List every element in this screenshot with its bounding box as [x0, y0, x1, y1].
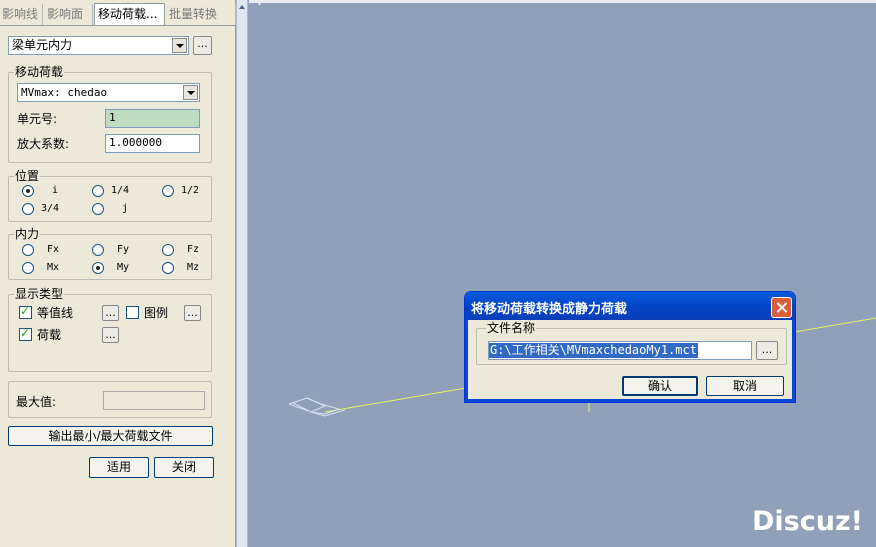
result-type-more-button[interactable]: ...	[193, 36, 212, 55]
scroll-up-icon[interactable]	[237, 0, 247, 14]
position-three-quarter-radio[interactable]	[22, 203, 34, 215]
max-value-field	[103, 391, 205, 410]
force-fy-label: Fy	[117, 244, 130, 255]
viewport-top-edge	[249, 0, 876, 3]
moving-load-group-title: 移动荷载	[14, 65, 65, 79]
vehicle-wireframe	[288, 397, 346, 417]
force-mz-label: Mz	[187, 262, 200, 273]
result-type-select[interactable]: 梁单元内力	[8, 36, 189, 55]
position-quarter-radio[interactable]	[92, 185, 104, 197]
scale-factor-input[interactable]: 1.000000	[105, 134, 200, 153]
apply-button[interactable]: 适用	[89, 457, 149, 478]
chevron-down-icon[interactable]	[183, 85, 198, 100]
load-label: 荷载	[37, 328, 62, 342]
force-group-title: 内力	[14, 227, 41, 241]
result-type-value: 梁单元内力	[12, 38, 73, 52]
force-mx-label: Mx	[47, 262, 60, 273]
force-fx-label: Fx	[47, 244, 60, 255]
load-checkbox[interactable]	[19, 326, 32, 341]
viewport-corner-mark: ▾	[257, 0, 263, 9]
position-half-radio[interactable]	[162, 185, 174, 197]
load-more-button[interactable]: ...	[102, 327, 119, 343]
position-j-radio[interactable]	[92, 203, 104, 215]
tab-influence-line[interactable]: 影响线	[0, 4, 43, 25]
position-three-quarter-label: 3/4	[41, 203, 60, 214]
dialog-title-bar[interactable]: 将移动荷载转换成静力荷载	[465, 292, 795, 320]
cancel-button[interactable]: 取消	[706, 376, 784, 396]
max-value-label: 最大值:	[16, 395, 57, 409]
chevron-down-icon[interactable]	[172, 38, 187, 53]
legend-more-button[interactable]: ...	[184, 305, 201, 321]
ok-button[interactable]: 确认	[622, 376, 698, 396]
tab-underline	[0, 25, 236, 26]
force-fy-radio[interactable]	[92, 244, 104, 256]
contour-more-button[interactable]: ...	[102, 305, 119, 321]
panel-splitter[interactable]	[236, 0, 248, 547]
left-panel: 影响线 影响面 移动荷载... 批量转换 梁单元内力 ... 移动荷载 MVma…	[0, 0, 236, 547]
element-number-label: 单元号:	[17, 112, 58, 126]
display-type-group-title: 显示类型	[14, 287, 65, 301]
position-j-label: j	[122, 203, 129, 214]
filename-input[interactable]: G:\工作相关\MVmaxchedaoMy1.mct	[488, 341, 752, 360]
position-group-title: 位置	[14, 169, 41, 183]
load-case-value: MVmax: chedao	[21, 86, 108, 99]
element-number-input[interactable]: 1	[105, 109, 200, 128]
legend-checkbox[interactable]	[126, 306, 139, 319]
watermark-text: Discuz!	[752, 506, 863, 537]
force-fz-label: Fz	[187, 244, 200, 255]
dialog-body: 文件名称 G:\工作相关\MVmaxchedaoMy1.mct ... 确认 取…	[465, 320, 795, 402]
force-fx-radio[interactable]	[22, 244, 34, 256]
force-mx-radio[interactable]	[22, 262, 34, 274]
close-icon[interactable]	[771, 297, 792, 318]
contour-checkbox[interactable]	[19, 304, 32, 319]
tab-batch-convert[interactable]: 批量转换	[167, 4, 236, 25]
force-my-label: My	[117, 262, 130, 273]
position-half-label: 1/2	[181, 185, 200, 196]
legend-label: 图例	[144, 306, 169, 320]
tab-moving-load[interactable]: 移动荷载...	[94, 3, 165, 26]
convert-load-dialog: 将移动荷载转换成静力荷载 文件名称 G:\工作相关\MVmaxchedaoMy1…	[464, 291, 796, 403]
dialog-title: 将移动荷载转换成静力荷载	[471, 302, 628, 317]
model-wireframe	[249, 0, 876, 417]
position-quarter-label: 1/4	[111, 185, 130, 196]
filename-group-title: 文件名称	[486, 321, 537, 335]
export-load-file-button[interactable]: 输出最小/最大荷载文件	[8, 426, 213, 446]
force-my-radio[interactable]	[92, 262, 104, 274]
position-i-label: i	[52, 185, 59, 196]
filename-value: G:\工作相关\MVmaxchedaoMy1.mct	[489, 343, 698, 358]
force-fz-radio[interactable]	[162, 244, 174, 256]
scale-factor-label: 放大系数:	[17, 137, 70, 151]
browse-button[interactable]: ...	[756, 341, 778, 360]
position-i-radio[interactable]	[22, 185, 34, 197]
close-button[interactable]: 关闭	[154, 457, 214, 478]
contour-label: 等值线	[37, 306, 74, 320]
force-mz-radio[interactable]	[162, 262, 174, 274]
load-case-select[interactable]: MVmax: chedao	[17, 83, 200, 102]
model-viewport[interactable]: ▾	[249, 0, 876, 547]
tab-influence-surface[interactable]: 影响面	[45, 4, 93, 25]
tab-bar: 影响线 影响面 移动荷载... 批量转换	[0, 3, 236, 26]
